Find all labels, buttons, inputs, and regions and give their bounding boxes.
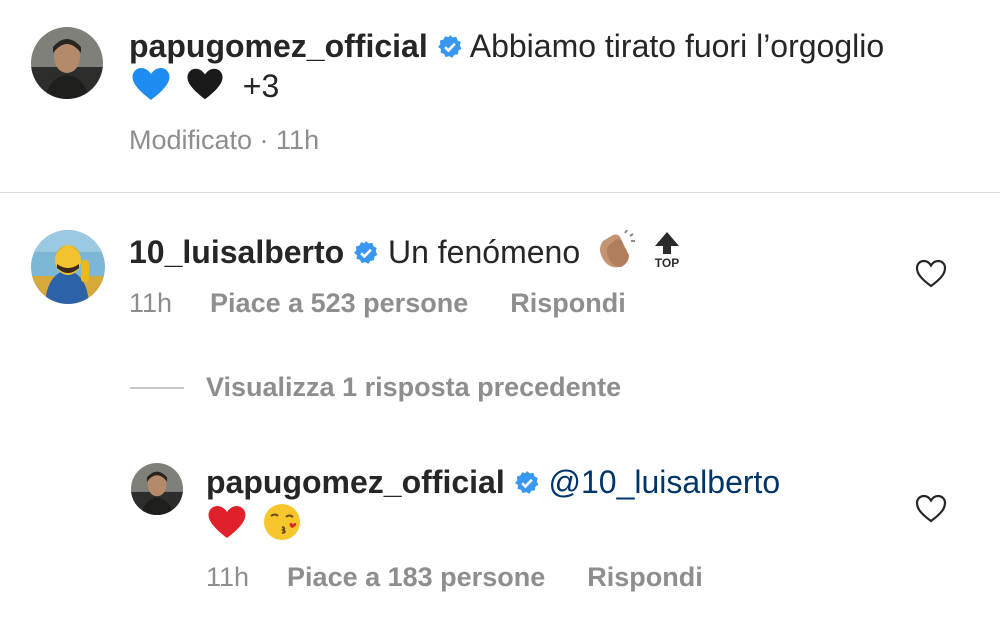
- reply1-mention-link[interactable]: @10_luisalberto: [548, 464, 780, 500]
- comment1-text: Un fenómeno: [387, 233, 581, 270]
- avatar-papugomez-reply[interactable]: [131, 463, 183, 515]
- kissing-face-icon: [262, 502, 302, 551]
- caption-line: papugomez_official Abbiamo tirato fuori …: [129, 26, 884, 69]
- comment1-reply-button[interactable]: Rispondi: [510, 288, 626, 318]
- caption-username[interactable]: papugomez_official: [129, 28, 428, 64]
- reply1-username[interactable]: papugomez_official: [206, 464, 505, 500]
- view-replies-label[interactable]: Visualizza 1 risposta precedente: [206, 372, 621, 402]
- clapping-hands-icon: [593, 229, 637, 280]
- comment1-username[interactable]: 10_luisalberto: [129, 234, 344, 270]
- black-heart-icon: [186, 66, 224, 111]
- red-heart-icon: [207, 504, 247, 549]
- caption-line-2: +3: [131, 66, 279, 111]
- top-arrow-icon: TOP: [650, 230, 684, 279]
- svg-text:TOP: TOP: [655, 256, 679, 270]
- reply1-reply-button[interactable]: Rispondi: [587, 562, 703, 592]
- reply1-like-heart-icon[interactable]: [915, 494, 947, 524]
- avatar-papugomez[interactable]: [31, 27, 103, 99]
- verified-badge-icon: [514, 465, 540, 505]
- view-previous-replies-button[interactable]: Visualizza 1 risposta precedente: [130, 372, 621, 403]
- divider: [0, 192, 1000, 193]
- comment1-meta: 11h Piace a 523 persone Rispondi: [129, 288, 626, 319]
- verified-badge-icon: [437, 29, 463, 69]
- reply1-line-2: [207, 502, 302, 551]
- replies-dash: [130, 386, 184, 389]
- reply1-likes[interactable]: Piace a 183 persone: [287, 562, 545, 592]
- comment1-line: 10_luisalberto Un fenómeno TOP: [129, 229, 684, 280]
- comment1-likes[interactable]: Piace a 523 persone: [210, 288, 468, 318]
- caption-meta: Modificato · 11h: [129, 125, 320, 155]
- blue-heart-icon: [131, 66, 171, 111]
- reply1-time: 11h: [206, 562, 250, 592]
- comment1-like-heart-icon[interactable]: [915, 259, 947, 289]
- verified-badge-icon: [353, 235, 379, 275]
- caption-text: Abbiamo tirato fuori l’orgoglio: [469, 28, 885, 64]
- caption-extra: +3: [242, 68, 280, 104]
- avatar-luisalberto[interactable]: [31, 230, 105, 304]
- reply1-meta: 11h Piace a 183 persone Rispondi: [206, 562, 703, 593]
- comment1-time: 11h: [129, 288, 173, 318]
- reply1-line: papugomez_official @10_luisalberto: [206, 462, 780, 505]
